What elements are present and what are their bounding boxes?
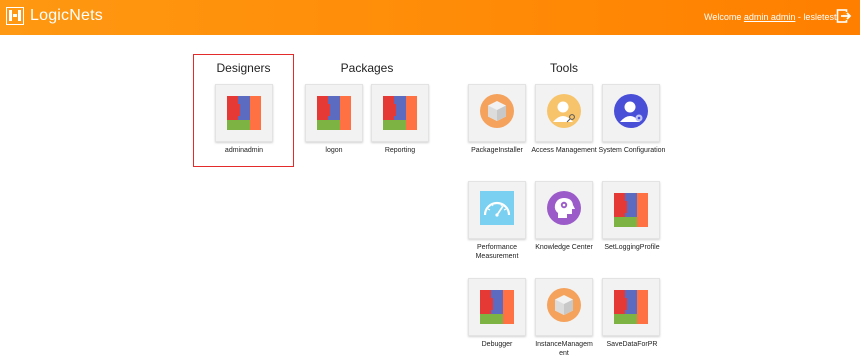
package-box-icon — [546, 287, 582, 328]
designer-label-adminadmin[interactable]: adminadmin — [204, 147, 284, 156]
head-bulb-icon — [546, 190, 582, 231]
top-header-bar: LogicNets Welcome admin admin - lesletes… — [0, 0, 860, 35]
welcome-prefix: Welcome — [704, 12, 742, 22]
logout-icon[interactable] — [836, 8, 852, 24]
tool-tile-debugger[interactable] — [468, 278, 526, 336]
section-title-packages: Packages — [340, 61, 394, 75]
package-tile-logon[interactable] — [305, 84, 363, 142]
tool-tile-setloggingprofile[interactable] — [602, 181, 660, 239]
speedometer-icon — [479, 190, 515, 231]
tool-label-system-configuration[interactable]: System Configuration — [590, 147, 674, 156]
logicnets-logo-icon — [383, 96, 417, 130]
tool-tile-instancemanagement[interactable] — [535, 278, 593, 336]
tool-tile-access-management[interactable] — [535, 84, 593, 142]
welcome-separator: - — [797, 12, 801, 22]
brand[interactable]: LogicNets — [6, 7, 103, 25]
logicnets-logo-icon — [614, 290, 648, 324]
tool-tile-system-configuration[interactable] — [602, 84, 660, 142]
logicnets-brand-icon — [6, 7, 24, 25]
package-tile-reporting[interactable] — [371, 84, 429, 142]
section-title-tools: Tools — [549, 61, 578, 75]
tool-label-setloggingprofile[interactable]: SetLoggingProfile — [590, 244, 674, 253]
logicnets-logo-icon — [614, 193, 648, 227]
tool-label-debugger[interactable]: Debugger — [457, 341, 537, 350]
welcome-text: Welcome admin admin - lesletest — [704, 12, 836, 22]
user-profile-link[interactable]: admin admin — [744, 12, 796, 22]
app-title: LogicNets — [30, 7, 103, 24]
tool-tile-performance-measurement[interactable] — [468, 181, 526, 239]
tool-label-instancemanagement[interactable]: InstanceManagement — [534, 341, 594, 358]
logicnets-logo-icon — [227, 96, 261, 130]
designer-tile-adminadmin[interactable] — [215, 84, 273, 142]
tool-tile-savedataforpr[interactable] — [602, 278, 660, 336]
package-label-reporting[interactable]: Reporting — [360, 147, 440, 156]
tool-tile-knowledge-center[interactable] — [535, 181, 593, 239]
user-settings-icon — [613, 93, 649, 134]
logicnets-logo-icon — [480, 290, 514, 324]
tool-label-savedataforpr[interactable]: SaveDataForPR — [590, 341, 674, 350]
package-box-icon — [479, 93, 515, 134]
logicnets-logo-icon — [317, 96, 351, 130]
tool-tile-packageinstaller[interactable] — [468, 84, 526, 142]
user-key-icon — [546, 93, 582, 134]
tenant-name: lesletest — [803, 12, 837, 22]
